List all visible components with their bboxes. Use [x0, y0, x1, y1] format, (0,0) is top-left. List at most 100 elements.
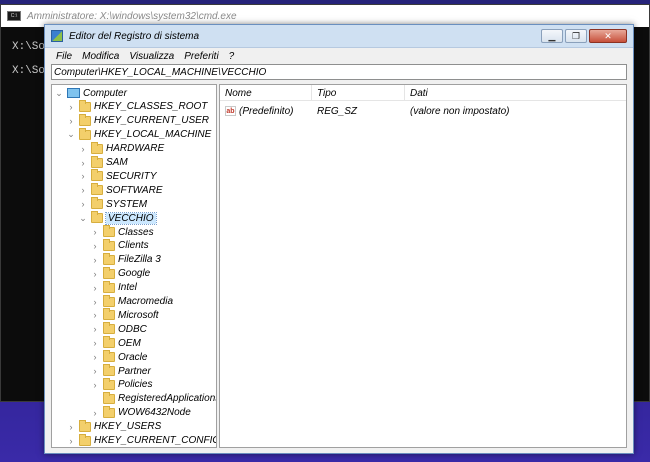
regedit-window[interactable]: Editor del Registro di sistema ▁ ❐ ✕ Fil… [44, 24, 634, 454]
tree-item-hkey-local-machine[interactable]: ⌄ HKEY_LOCAL_MACHINE [66, 127, 211, 142]
value-name: (Predefinito) [239, 105, 294, 117]
column-header-tipo[interactable]: Tipo [312, 85, 405, 101]
chevron-right-icon[interactable]: › [90, 240, 100, 252]
close-button[interactable]: ✕ [589, 29, 627, 43]
tree-item-hkey-current-config[interactable]: › HKEY_CURRENT_CONFIG [66, 433, 216, 448]
tree-item-partner[interactable]: › Partner [90, 364, 151, 378]
chevron-right-icon[interactable]: › [66, 435, 76, 447]
cmd-title: Amministratore: X:\windows\system32\cmd.… [27, 10, 237, 22]
computer-icon [67, 88, 80, 98]
tree-item-clients[interactable]: › Clients [90, 238, 149, 253]
chevron-right-icon[interactable]: › [90, 365, 100, 377]
tree-item-microsoft[interactable]: › Microsoft [90, 308, 159, 322]
column-header-dati[interactable]: Dati [405, 85, 626, 101]
tree-item-label: SYSTEM [106, 198, 148, 210]
tree-item-label: FileZilla 3 [118, 254, 161, 266]
cmd-output-line: X:\So [12, 41, 46, 53]
chevron-right-icon[interactable]: › [66, 115, 76, 127]
tree-item-label: Google [118, 268, 151, 280]
tree-item-oracle[interactable]: › Oracle [90, 350, 147, 364]
values-list[interactable]: Nome Tipo Dati ab (Predefinito) REG_SZ (… [219, 84, 627, 448]
chevron-right-icon[interactable]: › [90, 407, 100, 419]
tree-item-hkey-users[interactable]: › HKEY_USERS [66, 419, 162, 434]
chevron-right-icon[interactable]: › [66, 101, 76, 113]
regedit-title: Editor del Registro di sistema [69, 30, 200, 42]
folder-icon [103, 377, 115, 390]
folder-icon [103, 350, 115, 363]
tree-item-odbc[interactable]: › ODBC [90, 322, 147, 336]
tree-item-label: ODBC [118, 323, 147, 335]
tree-item-macromedia[interactable]: › Macromedia [90, 294, 174, 309]
tree-item-filezilla-3[interactable]: › FileZilla 3 [90, 252, 161, 267]
chevron-down-icon[interactable]: ⌄ [78, 212, 88, 224]
maximize-button[interactable]: ❐ [565, 29, 587, 43]
tree-item-label: OEM [118, 337, 141, 349]
tree-item-label: RegisteredApplications [118, 393, 217, 405]
tree-item-hkey-current-user[interactable]: › HKEY_CURRENT_USER [66, 113, 209, 128]
folder-icon [103, 266, 115, 279]
folder-icon [79, 113, 91, 126]
chevron-right-icon[interactable]: › [78, 198, 88, 210]
menu-help[interactable]: ? [224, 51, 240, 62]
address-bar[interactable]: Computer\HKEY_LOCAL_MACHINE\VECCHIO [51, 64, 627, 80]
menu-modifica[interactable]: Modifica [77, 51, 124, 62]
registry-tree[interactable]: ⌄ Computer › HKEY_CLASSES_ROOT › HKEY_CURRENT… [51, 84, 217, 448]
tree-item-registeredapplications[interactable]: RegisteredApplications [90, 391, 217, 406]
tree-item-label: Policies [118, 379, 153, 391]
tree-item-system[interactable]: › SYSTEM [78, 197, 147, 211]
folder-icon [103, 364, 115, 376]
list-header: Nome Tipo Dati [220, 85, 626, 101]
chevron-right-icon[interactable]: › [78, 143, 88, 155]
tree-item-policies[interactable]: › Policies [90, 377, 153, 392]
folder-icon [91, 183, 103, 196]
chevron-right-icon[interactable]: › [90, 296, 100, 308]
chevron-right-icon[interactable]: › [78, 170, 88, 182]
tree-item-label: SECURITY [106, 170, 157, 182]
column-header-nome[interactable]: Nome [220, 85, 312, 101]
chevron-right-icon[interactable]: › [90, 268, 100, 280]
tree-item-hardware[interactable]: › HARDWARE [78, 141, 164, 156]
folder-icon [79, 433, 91, 446]
tree-item-label: WOW6432Node [118, 407, 191, 419]
chevron-right-icon[interactable]: › [90, 282, 100, 294]
tree-item-vecchio[interactable]: ⌄ VECCHIO [78, 211, 157, 225]
chevron-right-icon[interactable]: › [90, 226, 100, 238]
chevron-right-icon[interactable]: › [90, 309, 100, 321]
chevron-right-icon[interactable]: › [66, 421, 76, 433]
folder-icon [103, 294, 115, 307]
tree-item-label: HKEY_USERS [94, 421, 162, 433]
chevron-right-icon[interactable]: › [90, 337, 100, 349]
chevron-down-icon[interactable]: ⌄ [66, 129, 76, 141]
menu-preferiti[interactable]: Preferiti [179, 51, 223, 62]
minimize-button[interactable]: ▁ [541, 29, 563, 43]
chevron-right-icon[interactable]: › [90, 254, 100, 266]
regedit-titlebar[interactable]: Editor del Registro di sistema ▁ ❐ ✕ [45, 25, 633, 48]
tree-item-hkey-classes-root[interactable]: › HKEY_CLASSES_ROOT [66, 99, 207, 114]
address-path: Computer\HKEY_LOCAL_MACHINE\VECCHIO [54, 66, 267, 78]
folder-icon [91, 211, 103, 224]
tree-item-classes[interactable]: › Classes [90, 225, 154, 239]
chevron-right-icon[interactable]: › [78, 184, 88, 196]
tree-item-label: Computer [83, 87, 127, 99]
value-row[interactable]: ab (Predefinito) REG_SZ (valore non impo… [220, 104, 626, 118]
chevron-right-icon[interactable]: › [90, 323, 100, 335]
folder-icon [91, 141, 103, 154]
value-data: (valore non impostato) [410, 105, 510, 117]
tree-item-oem[interactable]: › OEM [90, 336, 141, 350]
chevron-right-icon[interactable]: › [90, 351, 100, 363]
tree-item-intel[interactable]: › Intel [90, 280, 137, 295]
chevron-down-icon[interactable]: ⌄ [54, 87, 64, 99]
folder-icon [103, 336, 115, 349]
chevron-right-icon[interactable]: › [90, 379, 100, 391]
tree-item-label: Macromedia [118, 296, 174, 307]
tree-item-google[interactable]: › Google [90, 266, 151, 281]
tree-item-software[interactable]: › SOFTWARE [78, 183, 162, 197]
menu-visualizza[interactable]: Visualizza [124, 51, 179, 62]
tree-item-wow6432node[interactable]: › WOW6432Node [90, 405, 191, 420]
menu-file[interactable]: File [51, 51, 77, 62]
tree-item-security[interactable]: › SECURITY [78, 169, 157, 183]
tree-item-sam[interactable]: › SAM [78, 155, 128, 170]
folder-icon [103, 322, 115, 335]
tree-item-computer[interactable]: ⌄ Computer [54, 86, 127, 100]
chevron-right-icon[interactable]: › [78, 157, 88, 169]
